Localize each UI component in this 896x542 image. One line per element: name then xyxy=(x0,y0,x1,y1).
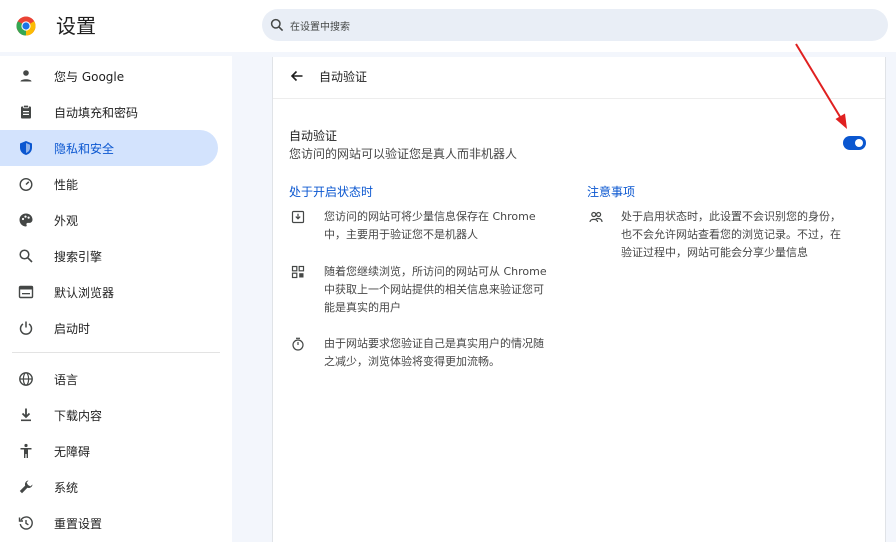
header-divider xyxy=(273,98,885,99)
download-icon xyxy=(18,407,34,423)
auto-verify-toggle[interactable] xyxy=(843,136,866,150)
search-box[interactable]: 在设置中搜索 xyxy=(262,9,888,41)
app-title: 设置 xyxy=(56,14,96,38)
sidebar-item-languages[interactable]: 语言 xyxy=(0,361,218,397)
sidebar-item-autofill[interactable]: 自动填充和密码 xyxy=(0,94,218,130)
person-icon xyxy=(18,68,34,84)
history-icon xyxy=(18,515,34,531)
sidebar-item-you-and-google[interactable]: 您与 Google xyxy=(0,58,218,94)
speedometer-icon xyxy=(18,176,34,192)
sidebar-item-label: 启动时 xyxy=(54,321,91,336)
palette-icon xyxy=(18,212,34,228)
toggle-knob xyxy=(855,139,863,147)
sidebar-item-system[interactable]: 系统 xyxy=(0,469,218,505)
sidebar-item-label: 下载内容 xyxy=(54,408,103,423)
sidebar-item-label: 自动填充和密码 xyxy=(54,105,139,120)
top-bar: 设置 在设置中搜索 xyxy=(0,0,896,52)
sidebar-item-label: 系统 xyxy=(54,480,79,495)
sidebar-item-label: 性能 xyxy=(54,177,79,192)
when-on-heading: 处于开启状态时 xyxy=(289,185,374,199)
info-text-previous-site: 随着您继续浏览，所访问的网站可从 Chrome 中获取上一个网站提供的相关信息来… xyxy=(324,265,547,314)
settings-card: 自动验证 自动验证 您访问的网站可以验证您是真人而非机器人 处于开启状态时 您访… xyxy=(272,57,886,542)
info-text-privacy-note: 处于启用状态时，此设置不会识别您的身份， 也不会允许网站查看您的浏览记录。不过，… xyxy=(621,210,841,259)
sidebar-item-label: 外观 xyxy=(54,213,79,228)
sidebar-item-default-browser[interactable]: 默认浏览器 xyxy=(0,274,218,310)
sidebar-item-reset-settings[interactable]: 重置设置 xyxy=(0,505,218,541)
power-icon xyxy=(18,320,34,336)
info-text-smoother: 由于网站要求您验证自己是真实用户的情况随 之减少，浏览体验将变得更加流畅。 xyxy=(324,337,544,368)
download-box-icon xyxy=(291,210,305,224)
setting-title: 自动验证 xyxy=(289,129,338,143)
chrome-logo-icon xyxy=(16,16,36,36)
sidebar-item-label: 您与 Google xyxy=(54,69,125,84)
people-icon xyxy=(589,210,603,224)
sidebar-item-on-startup[interactable]: 启动时 xyxy=(0,310,218,346)
sidebar-item-privacy-security[interactable]: 隐私和安全 xyxy=(0,130,218,166)
sidebar-item-label: 无障碍 xyxy=(54,444,91,459)
notes-heading: 注意事项 xyxy=(587,185,636,199)
info-text-storage: 您访问的网站可将少量信息保存在 Chrome 中，主要用于验证您不是机器人 xyxy=(324,210,536,241)
accessibility-icon xyxy=(18,443,34,459)
sidebar-item-label: 重置设置 xyxy=(54,516,103,531)
timer-icon xyxy=(291,337,305,351)
sidebar-item-search-engine[interactable]: 搜索引擎 xyxy=(0,238,218,274)
sidebar-item-label: 搜索引擎 xyxy=(54,249,103,264)
search-input[interactable]: 在设置中搜索 xyxy=(290,18,350,33)
sidebar-item-label: 默认浏览器 xyxy=(54,285,115,300)
back-arrow-icon[interactable] xyxy=(289,68,305,84)
sidebar-item-label: 隐私和安全 xyxy=(54,141,115,156)
sidebar-item-appearance[interactable]: 外观 xyxy=(0,202,218,238)
shield-icon xyxy=(18,140,34,156)
browser-window-icon xyxy=(18,284,34,300)
clipboard-icon xyxy=(18,104,34,120)
sidebar: 您与 Google 自动填充和密码 隐私和安全 性能 外观 搜索引擎 默认浏览器… xyxy=(0,56,232,542)
sidebar-item-performance[interactable]: 性能 xyxy=(0,166,218,202)
grid-icon xyxy=(291,265,305,279)
sidebar-divider xyxy=(12,352,220,353)
page-title: 自动验证 xyxy=(319,70,368,84)
sidebar-item-accessibility[interactable]: 无障碍 xyxy=(0,433,218,469)
wrench-icon xyxy=(18,479,34,495)
globe-icon xyxy=(18,371,34,387)
setting-description: 您访问的网站可以验证您是真人而非机器人 xyxy=(289,147,518,161)
search-icon xyxy=(270,18,284,32)
sidebar-item-downloads[interactable]: 下载内容 xyxy=(0,397,218,433)
sidebar-item-label: 语言 xyxy=(54,372,79,387)
search-icon xyxy=(18,248,34,264)
